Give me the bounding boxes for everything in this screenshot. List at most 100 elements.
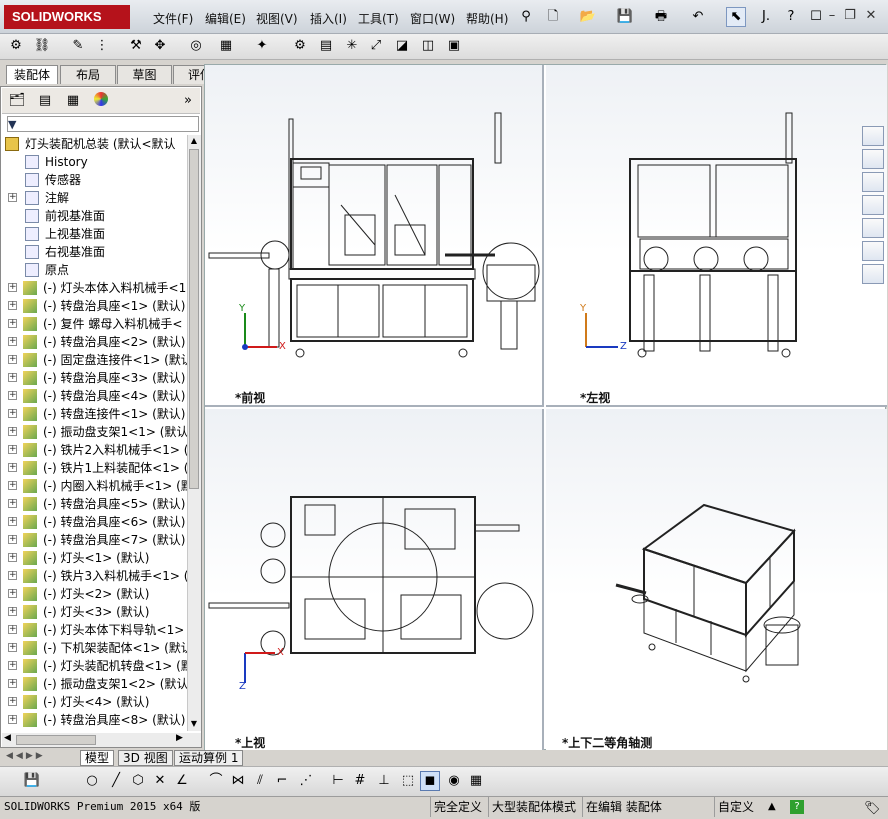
scroll-down-icon[interactable]: ▼: [189, 719, 199, 731]
expand-toggle-icon[interactable]: +: [8, 427, 17, 436]
explode-line-sketch-icon[interactable]: ⤢: [366, 36, 386, 56]
help-question-icon[interactable]: ?: [781, 7, 801, 27]
horizontal-scroll-thumb[interactable]: [16, 735, 96, 745]
custom-properties-icon[interactable]: [862, 241, 884, 261]
bill-of-materials-icon[interactable]: ▤: [316, 36, 336, 56]
configuration-manager-icon[interactable]: ▦: [63, 91, 83, 111]
pin-icon[interactable]: ⚲: [516, 7, 536, 27]
tree-item[interactable]: 前视基准面: [1, 207, 187, 225]
home-icon[interactable]: [862, 126, 884, 146]
scroll-left-icon[interactable]: ◀: [4, 733, 11, 743]
viewport-isometric[interactable]: *上下二等角轴测: [546, 409, 887, 751]
tree-item[interactable]: + (-) 灯头<1> (默认): [1, 549, 187, 567]
appearances-icon[interactable]: [862, 218, 884, 238]
expand-toggle-icon[interactable]: +: [8, 607, 17, 616]
options-icon[interactable]: ☐: [806, 7, 826, 27]
assembly-features-icon[interactable]: ▦: [216, 36, 236, 56]
take-snapshot-icon[interactable]: ▣: [444, 36, 464, 56]
tree-item[interactable]: + (-) 铁片1上料装配体<1> (: [1, 459, 187, 477]
trim-icon[interactable]: ✕: [150, 771, 170, 791]
tree-item[interactable]: + (-) 灯头本体下料导轨<1>: [1, 621, 187, 639]
polygon-icon[interactable]: ⬡: [128, 771, 148, 791]
expand-toggle-icon[interactable]: +: [8, 715, 17, 724]
select-pointer-icon[interactable]: ⬉: [726, 7, 746, 27]
dimension-icon[interactable]: ⊢: [328, 771, 348, 791]
menu-view[interactable]: 视图(V): [256, 10, 298, 27]
expand-toggle-icon[interactable]: +: [8, 589, 17, 598]
tree-item[interactable]: + (-) 转盘治具座<1> (默认): [1, 297, 187, 315]
close-icon[interactable]: ✕: [863, 9, 879, 25]
expand-toggle-icon[interactable]: +: [8, 661, 17, 670]
minimize-icon[interactable]: –: [824, 9, 840, 25]
instant3d-icon[interactable]: ◪: [392, 36, 412, 56]
move-component-icon[interactable]: ✥: [150, 36, 170, 56]
menu-insert[interactable]: 插入(I): [310, 10, 347, 27]
tree-item[interactable]: + (-) 灯头本体入料机械手<1: [1, 279, 187, 297]
smart-fasteners-icon[interactable]: ⚒: [126, 36, 146, 56]
tree-item[interactable]: + (-) 铁片2入料机械手<1> (: [1, 441, 187, 459]
tree-item[interactable]: + (-) 灯头<2> (默认): [1, 585, 187, 603]
display-manager-icon[interactable]: [91, 91, 111, 111]
expand-toggle-icon[interactable]: +: [8, 625, 17, 634]
expand-toggle-icon[interactable]: +: [8, 283, 17, 292]
viewport-top[interactable]: X Z *上视: [205, 409, 544, 751]
rebuild-icon[interactable]: J.: [756, 7, 776, 27]
scroll-up-icon[interactable]: ▲: [189, 136, 199, 148]
tree-item[interactable]: + (-) 振动盘支架1<2> (默认: [1, 675, 187, 693]
graphics-area[interactable]: 🔍🔎↺◧▣◆👓●⛭▤ ◫◨–❐✕: [204, 64, 887, 751]
tab-motion-study[interactable]: 运动算例 1: [174, 750, 244, 766]
expand-panel-icon[interactable]: »: [178, 91, 198, 111]
tree-item[interactable]: + (-) 转盘治具座<4> (默认): [1, 387, 187, 405]
tree-root[interactable]: 灯头装配机总装 (默认<默认: [1, 135, 187, 153]
tree-item[interactable]: + (-) 振动盘支架1<1> (默认: [1, 423, 187, 441]
save-sketch-icon[interactable]: 💾: [22, 771, 42, 791]
design-library-icon[interactable]: [862, 149, 884, 169]
expand-toggle-icon[interactable]: +: [8, 193, 17, 202]
angle-icon[interactable]: ∠: [172, 771, 192, 791]
exploded-view-icon[interactable]: ✳: [342, 36, 362, 56]
tab-layout[interactable]: 布局: [60, 65, 116, 84]
tag-icon[interactable]: 🏷: [864, 799, 881, 819]
expand-toggle-icon[interactable]: +: [8, 643, 17, 652]
linear-pattern-icon[interactable]: ⋮: [92, 36, 112, 56]
expand-toggle-icon[interactable]: +: [8, 355, 17, 364]
expand-toggle-icon[interactable]: +: [8, 679, 17, 688]
tab-navigation-arrows[interactable]: ◀◀▶▶: [6, 751, 46, 761]
line-icon[interactable]: ╱: [106, 771, 126, 791]
shaded-view-icon[interactable]: ◼: [420, 771, 440, 791]
expand-toggle-icon[interactable]: +: [8, 463, 17, 472]
expand-toggle-icon[interactable]: +: [8, 697, 17, 706]
new-document-icon[interactable]: 🗋: [543, 7, 563, 27]
pencil-icon[interactable]: ✎: [68, 36, 88, 56]
expand-toggle-icon[interactable]: +: [8, 337, 17, 346]
print-icon[interactable]: 🖶: [651, 7, 671, 27]
tree-item[interactable]: + (-) 转盘连接件<1> (默认): [1, 405, 187, 423]
expand-toggle-icon[interactable]: +: [8, 373, 17, 382]
reference-geometry-icon[interactable]: ✦: [252, 36, 272, 56]
tree-item[interactable]: + (-) 铁片3入料机械手<1> (: [1, 567, 187, 585]
tree-item[interactable]: + (-) 下机架装配体<1> (默认: [1, 639, 187, 657]
tree-item[interactable]: + (-) 转盘治具座<7> (默认): [1, 531, 187, 549]
expand-toggle-icon[interactable]: +: [8, 481, 17, 490]
tree-item[interactable]: + (-) 转盘治具座<8> (默认): [1, 711, 187, 729]
mate-icon[interactable]: ⛓: [32, 36, 52, 56]
camera-icon[interactable]: ◉: [444, 771, 464, 791]
view-3d-icon[interactable]: ⬚: [398, 771, 418, 791]
scroll-right-icon[interactable]: ▶: [176, 733, 183, 743]
menu-window[interactable]: 窗口(W): [410, 10, 455, 27]
expand-toggle-icon[interactable]: +: [8, 391, 17, 400]
tree-item[interactable]: + (-) 灯头<4> (默认): [1, 693, 187, 711]
tree-item[interactable]: + (-) 转盘治具座<3> (默认): [1, 369, 187, 387]
tree-item[interactable]: + 注解: [1, 189, 187, 207]
menu-file[interactable]: 文件(F): [153, 10, 193, 27]
filter-input[interactable]: ▼: [7, 116, 199, 132]
tree-item[interactable]: + (-) 灯头装配机转盘<1> (默: [1, 657, 187, 675]
construction-icon[interactable]: ⋰: [296, 771, 316, 791]
grid-icon[interactable]: #: [350, 771, 370, 791]
insert-component-icon[interactable]: ⚙: [6, 36, 26, 56]
large-assembly-status[interactable]: 大型装配体模式: [488, 797, 579, 817]
tree-item[interactable]: + (-) 转盘治具座<6> (默认): [1, 513, 187, 531]
menu-edit[interactable]: 编辑(E): [205, 10, 246, 27]
units-custom-dropdown[interactable]: 自定义: [714, 797, 757, 817]
expand-toggle-icon[interactable]: +: [8, 571, 17, 580]
